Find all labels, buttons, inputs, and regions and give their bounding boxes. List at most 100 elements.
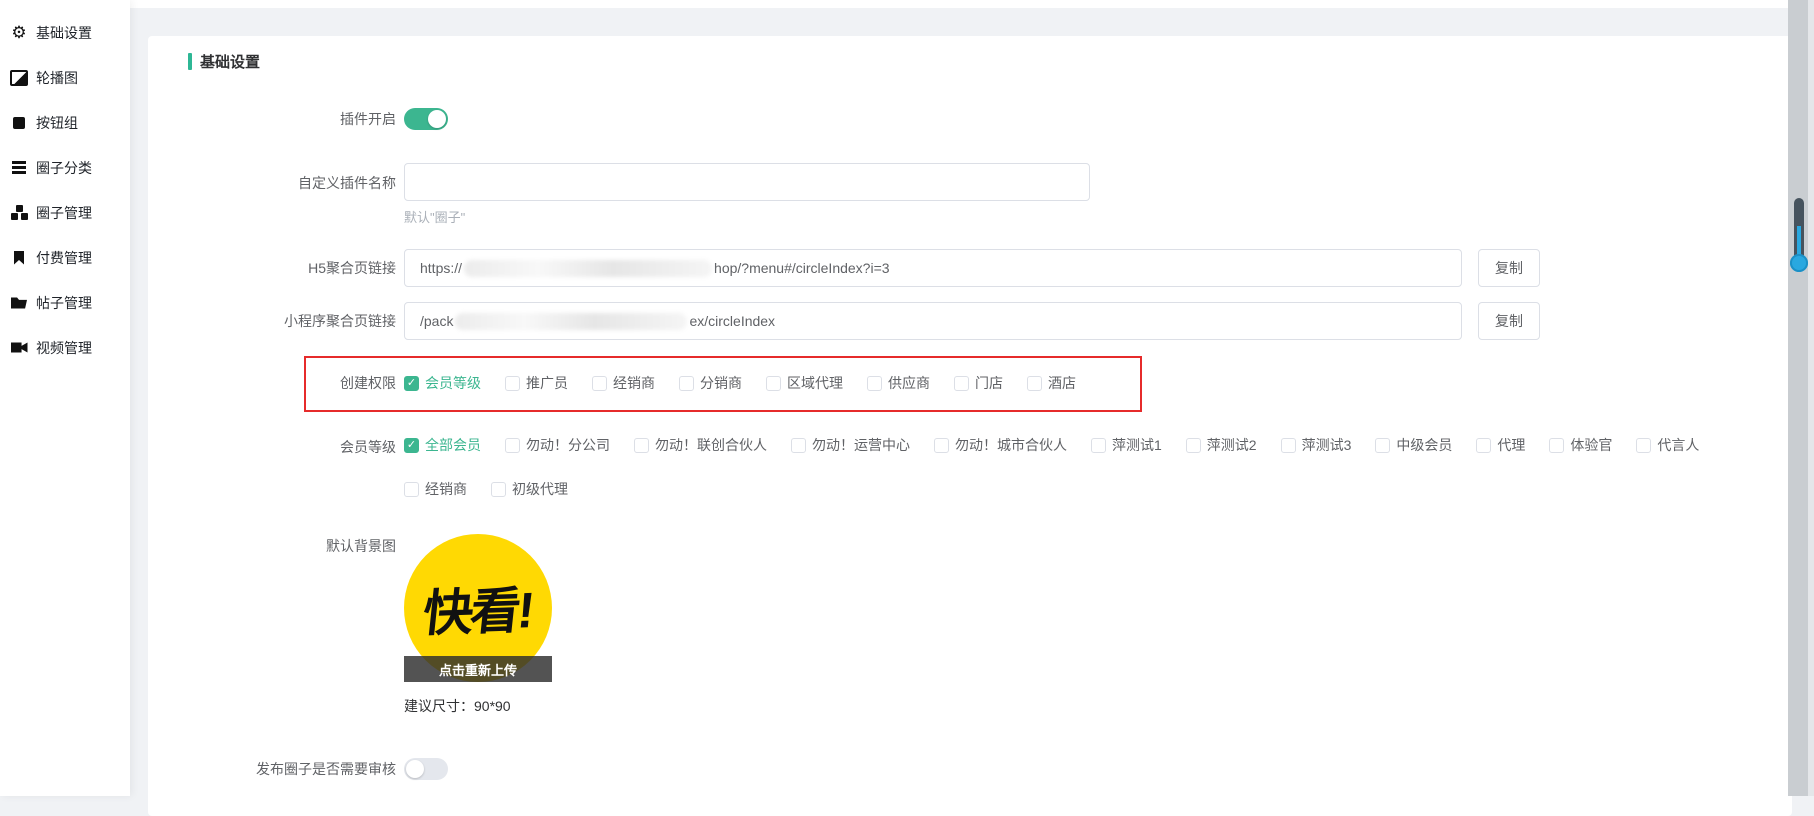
checkbox-option[interactable]: 勿动！联创合伙人 (634, 435, 767, 455)
checkbox-icon (954, 376, 969, 391)
field-label: 默认背景图 (188, 534, 396, 556)
checkbox-option[interactable]: 经销商 (404, 479, 467, 499)
sidebar-item[interactable]: 按钮组 (0, 100, 130, 145)
mini-link-prefix: /pack (420, 313, 453, 329)
sidebar-item-label: 按钮组 (36, 113, 78, 133)
checkbox-option[interactable]: 代理 (1476, 435, 1525, 455)
checkbox-option[interactable]: 萍测试2 (1186, 435, 1257, 455)
sidebar-item[interactable]: 视频管理 (0, 325, 130, 370)
checkbox-icon (404, 438, 419, 453)
sidebar-item[interactable]: 圈子分类 (0, 145, 130, 190)
checkbox-label: 勿动！分公司 (526, 435, 610, 455)
settings-panel: 基础设置 插件开启 自定义插件名称 默认"圈子" H5聚合页链接 https:/… (148, 36, 1792, 816)
mini-link-row: 小程序聚合页链接 /pack ex/circleIndex 复制 (188, 302, 1792, 340)
plugin-enable-toggle[interactable] (404, 108, 448, 130)
checkbox-icon (867, 376, 882, 391)
create-permission-row: 创建权限 会员等级 推广员 经销商 (188, 373, 1792, 393)
field-label: 小程序聚合页链接 (188, 311, 396, 331)
sidebar-item[interactable]: 帖子管理 (0, 280, 130, 325)
checkbox-icon (1375, 438, 1390, 453)
checkbox-label: 初级代理 (512, 479, 568, 499)
plugin-name-input[interactable] (404, 163, 1090, 201)
checkbox-option[interactable]: 供应商 (867, 373, 930, 393)
h5-link-input[interactable]: https:// hop/?menu#/circleIndex?i=3 (404, 249, 1462, 287)
cubes-icon (10, 204, 28, 222)
scrollbar-track[interactable] (1788, 0, 1810, 796)
checkbox-option[interactable]: 酒店 (1027, 373, 1076, 393)
checkbox-icon (491, 482, 506, 497)
checkbox-option[interactable]: 门店 (954, 373, 1003, 393)
sidebar-item[interactable]: 付费管理 (0, 235, 130, 280)
h5-copy-button[interactable]: 复制 (1478, 249, 1540, 287)
sidebar-item[interactable]: 圈子管理 (0, 190, 130, 235)
checkbox-option[interactable]: 萍测试3 (1281, 435, 1352, 455)
size-hint: 建议尺寸：90*90 (404, 696, 552, 716)
bookmark-icon (10, 249, 28, 267)
field-label: 创建权限 (188, 373, 396, 393)
checkbox-label: 萍测试3 (1302, 435, 1352, 455)
gears-icon (10, 24, 28, 42)
checkbox-option[interactable]: 代言人 (1636, 435, 1699, 455)
title-accent-bar (188, 53, 192, 70)
checkbox-icon (1636, 438, 1651, 453)
checkbox-icon (791, 438, 806, 453)
checkbox-icon (766, 376, 781, 391)
sidebar-item-label: 轮播图 (36, 68, 78, 88)
checkbox-option[interactable]: 分销商 (679, 373, 742, 393)
checkbox-label: 分销商 (700, 373, 742, 393)
checkbox-icon (1091, 438, 1106, 453)
square-icon (10, 114, 28, 132)
h5-link-suffix: hop/?menu#/circleIndex?i=3 (714, 260, 890, 276)
field-label: 发布圈子是否需要审核 (188, 759, 396, 779)
list-icon (10, 159, 28, 177)
section-title: 基础设置 (188, 52, 1792, 70)
checkbox-option[interactable]: 会员等级 (404, 373, 481, 393)
audit-required-toggle[interactable] (404, 758, 448, 780)
checkbox-option[interactable]: 初级代理 (491, 479, 568, 499)
checkbox-label: 推广员 (526, 373, 568, 393)
checkbox-option[interactable]: 推广员 (505, 373, 568, 393)
checkbox-option[interactable]: 勿动！运营中心 (791, 435, 910, 455)
member-level-options: 全部会员 勿动！分公司 勿动！联创合伙人 勿动！运营中心 (404, 435, 1744, 499)
checkbox-label: 勿动！城市合伙人 (955, 435, 1067, 455)
checkbox-option[interactable]: 萍测试1 (1091, 435, 1162, 455)
image-icon (10, 69, 28, 87)
checkbox-label: 酒店 (1048, 373, 1076, 393)
checkbox-option[interactable]: 经销商 (592, 373, 655, 393)
checkbox-label: 勿动！运营中心 (812, 435, 910, 455)
checkbox-option[interactable]: 区域代理 (766, 373, 843, 393)
checkbox-option[interactable]: 中级会员 (1375, 435, 1452, 455)
member-levels-row: 会员等级 全部会员 勿动！分公司 勿动！联创合伙人 (188, 435, 1792, 499)
checkbox-label: 中级会员 (1396, 435, 1452, 455)
mini-link-suffix: ex/circleIndex (689, 313, 775, 329)
default-bg-row: 默认背景图 快看! 点击重新上传 建议尺寸：90*90 (188, 534, 1792, 716)
sidebar-item[interactable]: 轮播图 (0, 55, 130, 100)
checkbox-option[interactable]: 勿动！分公司 (505, 435, 610, 455)
sidebar-item-label: 帖子管理 (36, 293, 92, 313)
reupload-button[interactable]: 点击重新上传 (404, 656, 552, 682)
plugin-switch-row: 插件开启 (188, 108, 1792, 130)
checkbox-option[interactable]: 勿动！城市合伙人 (934, 435, 1067, 455)
top-strip (0, 0, 1814, 8)
scrollbar-edge (1808, 0, 1814, 796)
sidebar-item-label: 圈子分类 (36, 158, 92, 178)
checkbox-label: 经销商 (425, 479, 467, 499)
mouse-cursor-icon (1790, 254, 1808, 272)
plugin-name-row: 自定义插件名称 默认"圈子" (188, 163, 1792, 226)
checkbox-label: 门店 (975, 373, 1003, 393)
censored-text (464, 260, 712, 277)
checkbox-option[interactable]: 体验官 (1549, 435, 1612, 455)
checkbox-label: 全部会员 (425, 435, 481, 455)
checkbox-icon (1549, 438, 1564, 453)
video-icon (10, 339, 28, 357)
sidebar-item-label: 圈子管理 (36, 203, 92, 223)
sidebar-item-label: 付费管理 (36, 248, 92, 268)
mini-copy-button[interactable]: 复制 (1478, 302, 1540, 340)
field-label: 自定义插件名称 (188, 163, 396, 193)
mini-link-input[interactable]: /pack ex/circleIndex (404, 302, 1462, 340)
sidebar-item[interactable]: 基础设置 (0, 10, 130, 55)
field-label: H5聚合页链接 (188, 258, 396, 278)
checkbox-icon (934, 438, 949, 453)
checkbox-option[interactable]: 全部会员 (404, 435, 481, 455)
checkbox-icon (1281, 438, 1296, 453)
